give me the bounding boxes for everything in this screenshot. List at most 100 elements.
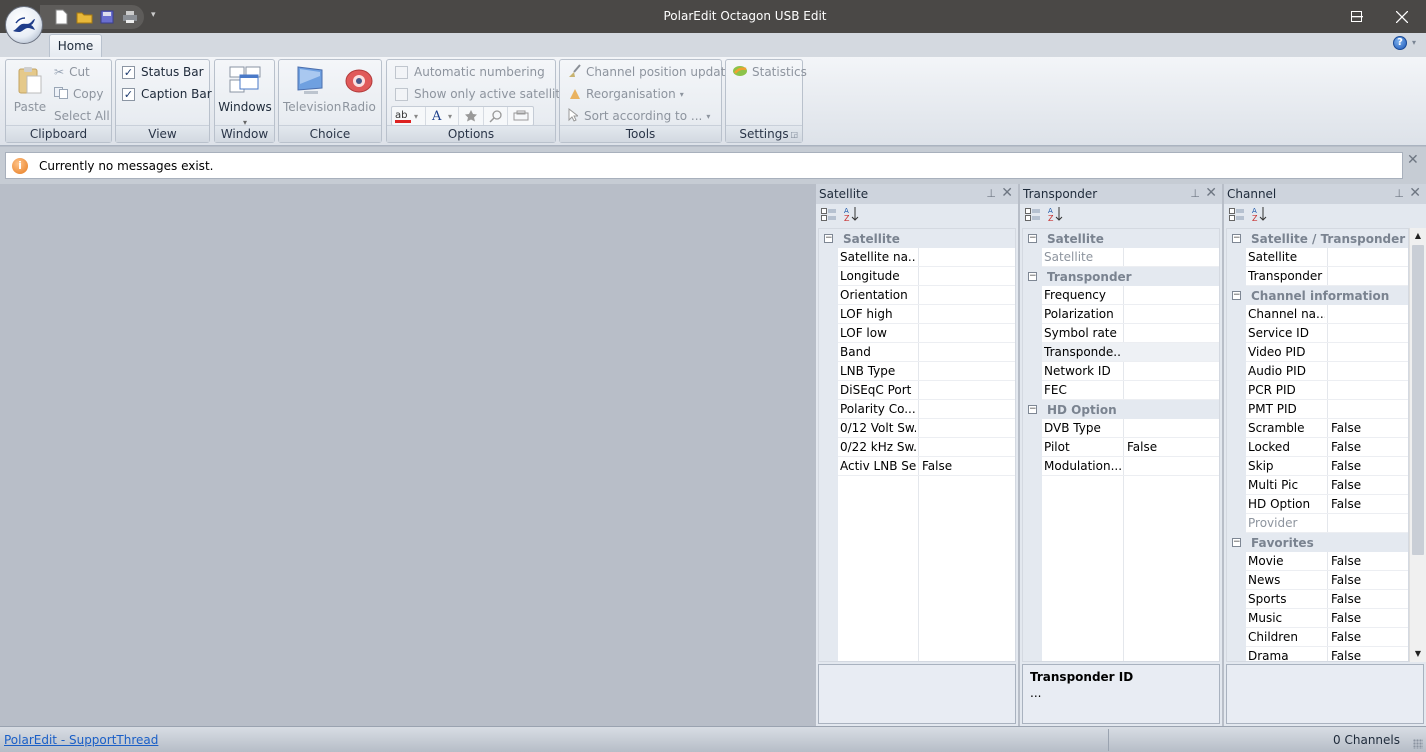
categorized-icon[interactable] xyxy=(821,207,837,224)
collapse-icon[interactable]: − xyxy=(824,234,833,243)
ribbon-options-icon[interactable]: ▾ xyxy=(1412,38,1416,47)
grid-category[interactable]: − Transponder xyxy=(1023,267,1219,286)
reorganisation-dropdown[interactable]: Reorganisation ▾ xyxy=(568,84,684,104)
property-value[interactable]: False xyxy=(1331,611,1361,625)
grid-row[interactable]: Transponde... xyxy=(1042,343,1219,362)
scroll-up-icon[interactable]: ▲ xyxy=(1410,228,1426,244)
statistics-button[interactable]: Statistics xyxy=(732,62,807,82)
spelling-icon[interactable]: ab ▾ xyxy=(392,107,426,125)
help-icon[interactable]: ? xyxy=(1393,36,1407,50)
grid-category[interactable]: − Satellite xyxy=(819,229,1015,248)
property-value[interactable]: False xyxy=(1331,478,1361,492)
grid-row[interactable]: DiSEqC Port xyxy=(838,381,1015,400)
grid-category[interactable]: − Channel information xyxy=(1227,286,1408,305)
application-menu-button[interactable] xyxy=(5,6,43,44)
sort-according-dropdown[interactable]: Sort according to ... ▾ xyxy=(568,106,710,126)
grid-category[interactable]: − Satellite xyxy=(1023,229,1219,248)
grid-row[interactable]: Multi Pic False xyxy=(1246,476,1408,495)
grid-row[interactable]: Sports False xyxy=(1246,590,1408,609)
grid-row[interactable]: PCR PID xyxy=(1246,381,1408,400)
categorized-icon[interactable] xyxy=(1229,207,1245,224)
grid-row[interactable]: Children False xyxy=(1246,628,1408,647)
close-panel-icon[interactable]: ✕ xyxy=(1409,185,1421,201)
grid-row[interactable]: Transponder xyxy=(1246,267,1408,286)
grid-row[interactable]: News False xyxy=(1246,571,1408,590)
sort-alphabetical-icon[interactable]: AZ xyxy=(1251,206,1267,225)
layout-icon[interactable] xyxy=(508,107,533,125)
grid-row[interactable]: Pilot False xyxy=(1042,438,1219,457)
property-value[interactable]: False xyxy=(1331,440,1361,454)
pin-icon[interactable]: ⊥ xyxy=(1394,187,1404,200)
grid-row[interactable]: PMT PID xyxy=(1246,400,1408,419)
grid-row[interactable]: Frequency xyxy=(1042,286,1219,305)
close-button[interactable] xyxy=(1379,0,1425,33)
grid-row[interactable]: Modulation... xyxy=(1042,457,1219,476)
grid-row[interactable]: LOF high xyxy=(838,305,1015,324)
grid-row[interactable]: Activ LNB Set False xyxy=(838,457,1015,476)
paste-button[interactable]: Paste xyxy=(12,64,48,114)
grid-row[interactable]: Provider xyxy=(1246,514,1408,533)
property-value[interactable]: False xyxy=(1331,459,1361,473)
scroll-down-icon[interactable]: ▼ xyxy=(1410,646,1426,662)
grid-row[interactable]: Skip False xyxy=(1246,457,1408,476)
font-color-icon[interactable]: A ▾ xyxy=(426,107,460,125)
cut-button[interactable]: ✂ Cut xyxy=(54,62,90,82)
grid-category[interactable]: − HD Option xyxy=(1023,400,1219,419)
grid-row[interactable]: Locked False xyxy=(1246,438,1408,457)
collapse-icon[interactable]: − xyxy=(1028,405,1037,414)
grid-row[interactable]: Network ID xyxy=(1042,362,1219,381)
grid-row[interactable]: Band xyxy=(838,343,1015,362)
collapse-icon[interactable]: − xyxy=(1232,538,1241,547)
sort-alphabetical-icon[interactable]: AZ xyxy=(843,206,859,225)
property-value[interactable]: False xyxy=(922,459,952,473)
show-only-active-satellites-checkbox[interactable]: Show only active satellites xyxy=(395,84,574,104)
grid-category[interactable]: − Favorites xyxy=(1227,533,1408,552)
property-value[interactable]: False xyxy=(1331,497,1361,511)
caption-bar-checkbox[interactable]: ✓ Caption Bar xyxy=(122,84,212,104)
grid-row[interactable]: 0/12 Volt Sw... xyxy=(838,419,1015,438)
grid-row[interactable]: Drama False xyxy=(1246,647,1408,661)
collapse-icon[interactable]: − xyxy=(1232,234,1241,243)
maximize-button[interactable] xyxy=(1333,0,1379,33)
categorized-icon[interactable] xyxy=(1025,207,1041,224)
property-value[interactable]: False xyxy=(1331,421,1361,435)
status-bar-checkbox[interactable]: ✓ Status Bar xyxy=(122,62,204,82)
grid-row[interactable]: Satellite xyxy=(1042,248,1219,267)
grid-row[interactable]: Satellite xyxy=(1246,248,1408,267)
favorite-icon[interactable] xyxy=(459,107,484,125)
grid-row[interactable]: FEC xyxy=(1042,381,1219,400)
pin-icon[interactable]: ⊥ xyxy=(986,187,996,200)
grid-row[interactable]: LNB Type xyxy=(838,362,1015,381)
grid-row[interactable]: Satellite na... xyxy=(838,248,1015,267)
property-value[interactable]: False xyxy=(1331,630,1361,644)
grid-row[interactable]: 0/22 kHz Sw... xyxy=(838,438,1015,457)
grid-row[interactable]: Polarization xyxy=(1042,305,1219,324)
automatic-numbering-checkbox[interactable]: Automatic numbering xyxy=(395,62,545,82)
copy-button[interactable]: Copy xyxy=(54,84,103,104)
grid-row[interactable]: Movie False xyxy=(1246,552,1408,571)
channel-grid-scrollbar[interactable]: ▲ ▼ xyxy=(1409,228,1426,662)
resize-grip-icon[interactable] xyxy=(1413,739,1423,749)
windows-dropdown-button[interactable]: Windows ▾ xyxy=(218,64,272,128)
grid-row[interactable]: Scramble False xyxy=(1246,419,1408,438)
grid-row[interactable]: Symbol rate xyxy=(1042,324,1219,343)
pin-icon[interactable]: ⊥ xyxy=(1190,187,1200,200)
scroll-thumb[interactable] xyxy=(1412,245,1424,555)
grid-row[interactable]: Service ID xyxy=(1246,324,1408,343)
grid-row[interactable]: Channel na... xyxy=(1246,305,1408,324)
property-value[interactable]: False xyxy=(1331,649,1361,661)
grid-row[interactable]: DVB Type xyxy=(1042,419,1219,438)
select-all-button[interactable]: Select All xyxy=(54,106,110,126)
grid-row[interactable]: Longitude xyxy=(838,267,1015,286)
close-panel-icon[interactable]: ✕ xyxy=(1205,185,1217,201)
collapse-icon[interactable]: − xyxy=(1232,291,1241,300)
radio-button[interactable]: Radio xyxy=(339,64,379,114)
close-panel-icon[interactable]: ✕ xyxy=(1001,185,1013,201)
grid-row[interactable]: LOF low xyxy=(838,324,1015,343)
grid-row[interactable]: Music False xyxy=(1246,609,1408,628)
property-value[interactable]: False xyxy=(1331,592,1361,606)
collapse-icon[interactable]: − xyxy=(1028,234,1037,243)
grid-row[interactable]: Orientation xyxy=(838,286,1015,305)
find-icon[interactable] xyxy=(484,107,509,125)
property-value[interactable]: False xyxy=(1127,440,1157,454)
